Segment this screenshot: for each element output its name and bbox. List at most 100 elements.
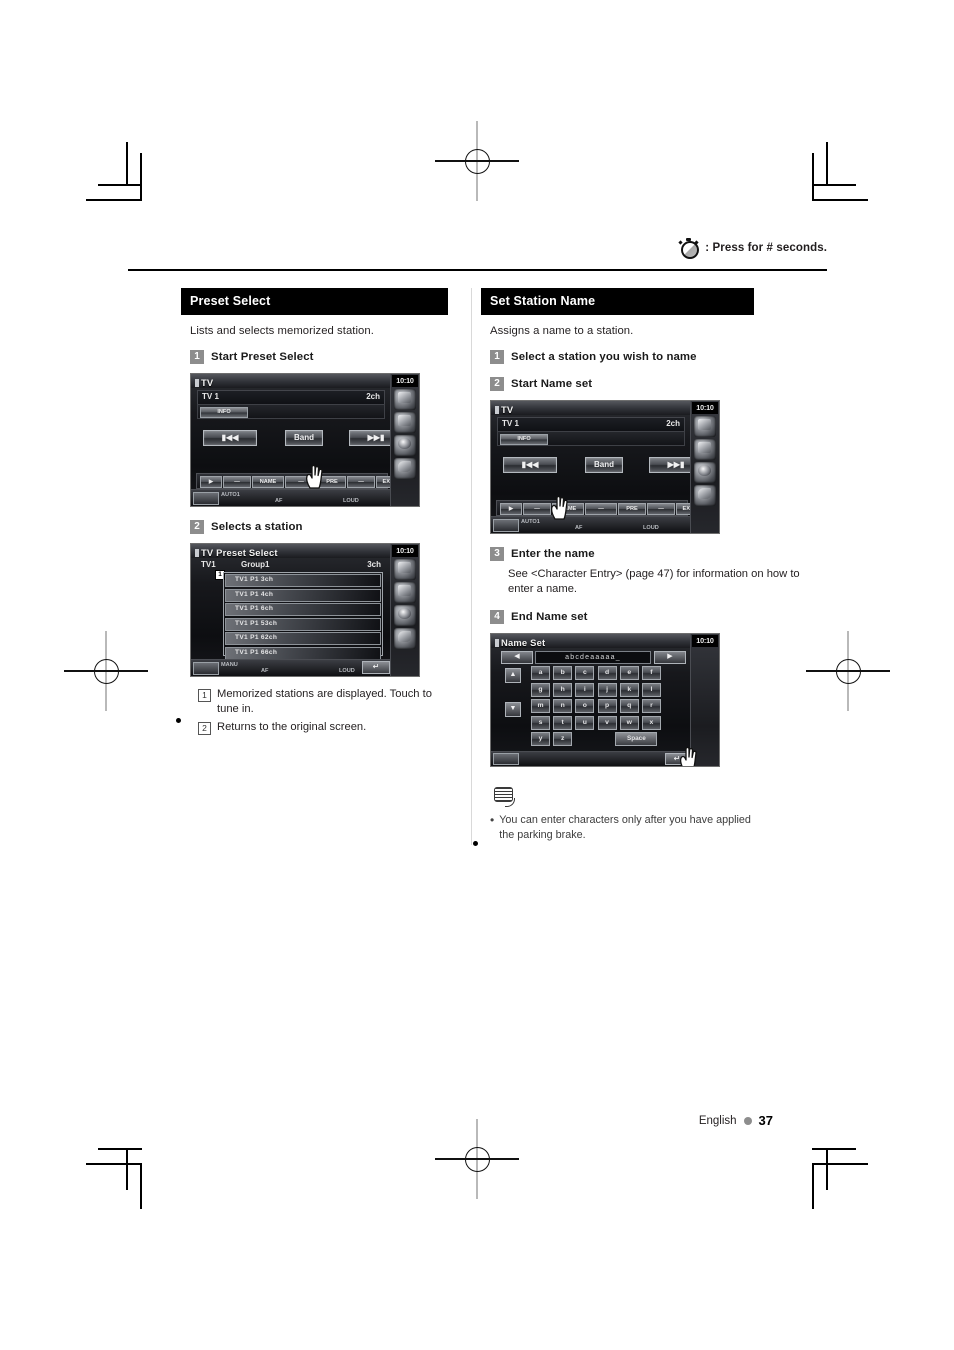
- screen-titlebar: [491, 401, 691, 415]
- list-item[interactable]: TV1 P1 6ch: [225, 603, 381, 616]
- bottom-button-play[interactable]: ▶: [200, 475, 222, 488]
- tv-channel-label: 2ch: [666, 419, 680, 428]
- key-l[interactable]: l: [641, 682, 661, 697]
- hand-cursor-icon: [304, 462, 326, 489]
- key-d[interactable]: d: [597, 666, 617, 680]
- volume-down-button[interactable]: [193, 492, 219, 505]
- status-right-label: LOUD: [643, 525, 659, 531]
- key-c[interactable]: c: [575, 666, 595, 680]
- footer-language: English: [698, 1114, 737, 1127]
- tv-bottom-button-row: ▶ — NAME — PRE — EXT S/W: [196, 473, 412, 489]
- return-button[interactable]: ↵: [362, 661, 390, 674]
- volume-down-button[interactable]: [493, 519, 519, 532]
- key-f[interactable]: f: [641, 666, 661, 680]
- step-label: Selects a station: [211, 521, 303, 533]
- sidebar-icon-menu[interactable]: [394, 582, 416, 603]
- sidebar-icon-source[interactable]: [394, 559, 416, 580]
- list-item[interactable]: TV1 P1 62ch: [225, 632, 381, 645]
- key-i[interactable]: i: [575, 682, 595, 697]
- sidebar-icon-source[interactable]: [394, 389, 416, 410]
- key-t[interactable]: t: [553, 715, 573, 730]
- key-a[interactable]: a: [531, 666, 550, 680]
- cursor-right-button[interactable]: ▶: [654, 651, 686, 664]
- bottom-button-pre[interactable]: PRE: [618, 502, 646, 515]
- key-p[interactable]: p: [597, 699, 617, 714]
- tv-source-label: TV 1: [502, 419, 519, 428]
- list-item[interactable]: TV1 P1 3ch: [225, 574, 381, 587]
- screen-title: Name Set: [495, 637, 545, 648]
- sidebar-icon-menu[interactable]: [694, 439, 716, 460]
- key-k[interactable]: k: [619, 682, 639, 697]
- band-button[interactable]: Band: [585, 457, 623, 473]
- left-footnotes: 1 Memorized stations are displayed. Touc…: [198, 687, 504, 735]
- step-label: Select a station you wish to name: [511, 351, 697, 363]
- sidebar-icon-audio[interactable]: [694, 462, 716, 483]
- name-input-field[interactable]: abcdeaaaaa_: [535, 651, 651, 664]
- sidebar-icon-source[interactable]: [694, 416, 716, 437]
- key-q[interactable]: q: [619, 699, 639, 714]
- bottom-button-play[interactable]: ▶: [500, 502, 522, 515]
- key-u[interactable]: u: [575, 715, 595, 730]
- tv-info-bar: TV 1 2ch: [497, 417, 685, 432]
- key-g[interactable]: g: [531, 682, 550, 697]
- list-item[interactable]: TV1 P1 53ch: [225, 617, 381, 631]
- screen-title: TV: [495, 404, 513, 415]
- key-s[interactable]: s: [531, 715, 550, 730]
- sidebar-icon-menu[interactable]: [394, 412, 416, 433]
- volume-down-button[interactable]: [493, 753, 519, 765]
- header-legend: : Press for # seconds.: [705, 241, 827, 254]
- left-column: Preset Select Lists and selects memorize…: [181, 288, 504, 735]
- note-row: • You can enter characters only after yo…: [490, 813, 804, 843]
- key-m[interactable]: m: [531, 699, 550, 714]
- key-space[interactable]: Space: [615, 732, 658, 747]
- cursor-left-button[interactable]: ◀: [501, 651, 533, 664]
- step-number-badge: 3: [490, 547, 504, 561]
- footnote-number: 2: [198, 722, 211, 735]
- key-j[interactable]: j: [597, 682, 617, 697]
- bottom-button-blank-3[interactable]: —: [647, 502, 675, 515]
- right-column: Set Station Name Assigns a name to a sta…: [481, 288, 804, 843]
- preset-list: TV1 P1 3ch TV1 P1 4ch TV1 P1 6ch TV1 P1 …: [223, 572, 383, 660]
- key-x[interactable]: x: [641, 715, 661, 730]
- sidebar-icon-audio[interactable]: [394, 435, 416, 456]
- band-button[interactable]: Band: [285, 430, 323, 446]
- sidebar-icon-setup[interactable]: [394, 628, 416, 649]
- prev-station-button[interactable]: ▮◀◀: [203, 430, 257, 446]
- sidebar-icon-setup[interactable]: [694, 485, 716, 506]
- key-w[interactable]: w: [619, 715, 639, 730]
- key-o[interactable]: o: [575, 699, 595, 714]
- charset-down-button[interactable]: ▼: [505, 702, 521, 717]
- key-h[interactable]: h: [553, 682, 573, 697]
- charset-up-button[interactable]: ▲: [505, 668, 521, 683]
- status-center-label: AF: [261, 668, 269, 674]
- list-item[interactable]: TV1 P1 66ch: [225, 646, 381, 660]
- list-item[interactable]: TV1 P1 4ch: [225, 588, 381, 602]
- key-b[interactable]: b: [553, 666, 573, 680]
- bottom-button-name[interactable]: NAME: [252, 475, 284, 488]
- footnote-text: Returns to the original screen.: [217, 721, 367, 733]
- registration-mark-left: [64, 631, 148, 711]
- hand-cursor-icon: [549, 493, 571, 520]
- sidebar-icon-audio[interactable]: [394, 605, 416, 626]
- key-y[interactable]: y: [531, 732, 550, 747]
- volume-down-button[interactable]: [193, 662, 219, 675]
- step-number-badge: 1: [490, 350, 504, 364]
- key-e[interactable]: e: [619, 666, 639, 680]
- note-block: • You can enter characters only after yo…: [490, 787, 804, 843]
- bottom-button-blank-1[interactable]: —: [223, 475, 251, 488]
- bottom-button-blank-1[interactable]: —: [523, 502, 551, 515]
- key-v[interactable]: v: [597, 715, 617, 730]
- info-button[interactable]: INFO: [500, 433, 548, 445]
- prev-station-button[interactable]: ▮◀◀: [503, 457, 557, 473]
- key-z[interactable]: z: [553, 732, 573, 747]
- bottom-button-blank-2[interactable]: —: [585, 502, 617, 515]
- note-text: You can enter characters only after you …: [499, 814, 751, 841]
- key-r[interactable]: r: [641, 699, 661, 714]
- screenshot-name-set: Name Set ◀ abcdeaaaaa_ ▶ ▲ ▼ a b c d e f: [490, 633, 720, 767]
- bottom-button-blank-3[interactable]: —: [347, 475, 375, 488]
- key-n[interactable]: n: [553, 699, 573, 714]
- status-left-label: AUTO1: [221, 492, 240, 498]
- sidebar-icon-setup[interactable]: [394, 458, 416, 479]
- info-button[interactable]: INFO: [200, 406, 248, 418]
- keyboard-row: a b c d e f: [531, 666, 666, 680]
